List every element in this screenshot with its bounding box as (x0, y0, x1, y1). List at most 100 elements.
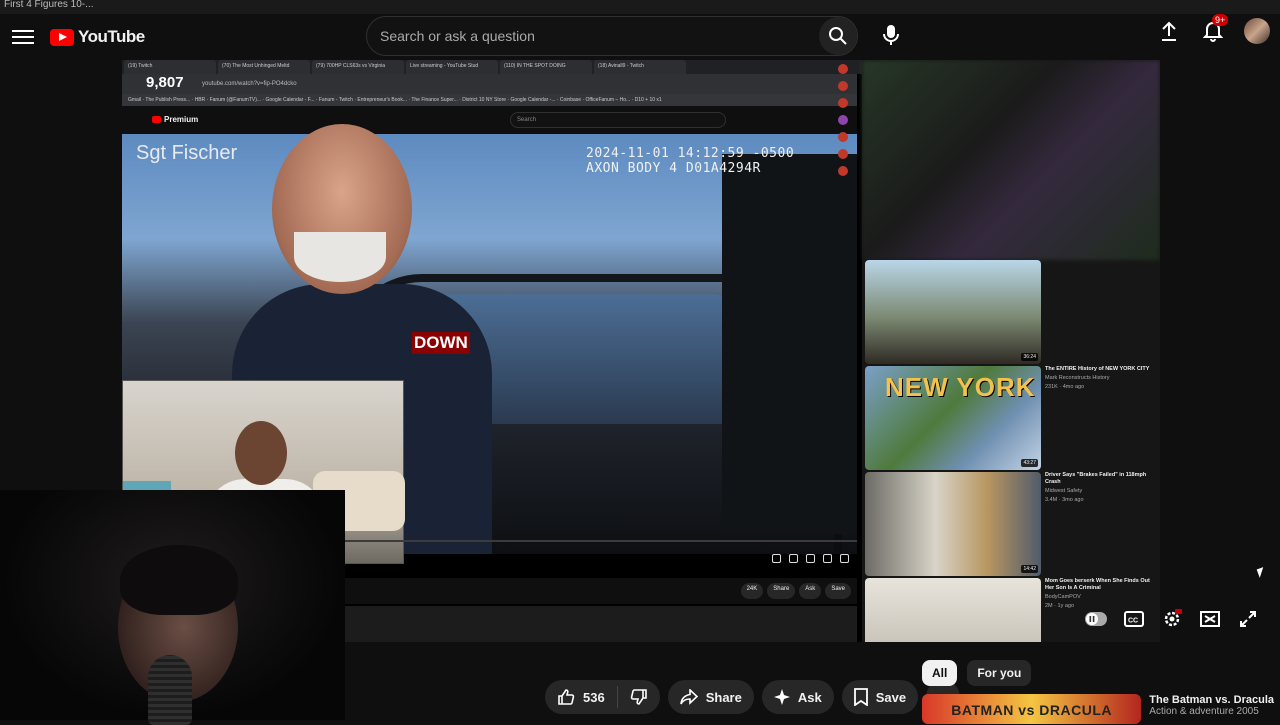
cam-overlay-text: DOWN (412, 332, 470, 354)
chat-avatar (838, 98, 848, 108)
search-icon (829, 27, 847, 45)
inner-bookmarks: Gmail · The Publish Press... · HBR · Fan… (122, 94, 857, 106)
webcam-hair (120, 545, 238, 615)
blurred-region (862, 60, 1160, 260)
dislike-button[interactable] (618, 688, 660, 706)
ask-label: Ask (797, 689, 822, 705)
reco-channel: BodyCamPOV (1045, 594, 1081, 600)
fullscreen-icon (1240, 611, 1256, 627)
reco-title: The ENTIRE History of NEW YORK CITY (1045, 366, 1150, 372)
inner-url: youtube.com/watch?v=fip-PO4dcko (202, 81, 297, 87)
reco-channel: Mark Reconstructs History (1045, 375, 1110, 381)
autoplay-toggle[interactable] (1085, 608, 1107, 630)
list-item: 14:42 Driver Says "Brakes Failed" in 118… (865, 472, 1157, 576)
inner-tab: (110) IN THE SPOT DOING (500, 60, 592, 74)
captions-button[interactable]: CC (1123, 608, 1145, 630)
pip-head (235, 421, 287, 485)
inner-autoplay-icon (772, 554, 781, 563)
chat-avatar (838, 115, 848, 125)
fullscreen-button[interactable] (1237, 608, 1259, 630)
list-item: NEW YORK 43:27 The ENTIRE History of NEW … (865, 366, 1157, 470)
thumbs-up-icon (558, 689, 575, 705)
voice-search-button[interactable] (874, 18, 908, 52)
inner-settings-icon (806, 554, 815, 563)
microphone-icon (883, 25, 899, 45)
reco-thumbnail: 14:42 (865, 472, 1041, 576)
chip-all[interactable]: All (922, 660, 958, 686)
inner-controls (344, 554, 857, 570)
player-controls: CC (1085, 608, 1259, 630)
list-item: 36:24 (865, 260, 1157, 364)
youtube-play-icon (50, 28, 74, 46)
video-actions: 536 Share Ask Save (545, 680, 961, 714)
microphone-icon (148, 655, 192, 725)
cc-icon: CC (1124, 611, 1144, 627)
reco-duration: 43:27 (1021, 459, 1038, 467)
inner-youtube-header: Premium Search (122, 106, 857, 134)
avatar[interactable] (1244, 18, 1270, 44)
list-item[interactable]: BATMAN vs DRACULA The Batman vs. Dracula… (922, 694, 1274, 724)
inner-tab: (19) Twitch (124, 60, 216, 74)
chat-avatar (838, 149, 848, 159)
save-button[interactable]: Save (841, 680, 919, 714)
reco-stats: 3.4M · 3mo ago (1045, 497, 1084, 503)
inner-fullscreen-icon (840, 554, 849, 563)
svg-text:CC: CC (1128, 618, 1138, 625)
logo-text: YouTube (78, 27, 145, 46)
search-box[interactable]: Search or ask a question (366, 16, 858, 56)
miniplayer-icon (1200, 611, 1220, 627)
settings-button[interactable] (1161, 608, 1183, 630)
search-input[interactable]: Search or ask a question (367, 28, 819, 44)
ask-button[interactable]: Ask (761, 680, 834, 714)
youtube-logo[interactable]: YouTube (50, 27, 145, 47)
upload-icon (1162, 21, 1176, 41)
like-dislike-group: 536 (545, 680, 660, 714)
inner-logo-text: Premium (164, 115, 199, 124)
chat-avatar (838, 64, 848, 74)
bookmark-icon (853, 688, 868, 706)
like-button[interactable]: 536 (545, 686, 618, 708)
search-button[interactable] (819, 17, 857, 55)
streamer-webcam (0, 490, 345, 725)
man-beard (294, 232, 386, 282)
reco-thumbnail: 36:24 (865, 260, 1041, 364)
inner-tab: (18) Avinall9 - Twitch (594, 60, 686, 74)
inner-search: Search (510, 112, 726, 128)
cam-officer-name: Sgt Fischer (136, 142, 238, 164)
reco-duration: 36:24 (1021, 353, 1038, 361)
share-label: Share (705, 689, 742, 705)
notifications-button[interactable]: 9+ (1200, 14, 1229, 44)
inner-logo: Premium (152, 115, 198, 124)
share-icon (679, 689, 698, 705)
inner-like: 24K (740, 583, 764, 599)
window-title-strip: First 4 Figures 10-... (0, 0, 1280, 14)
chat-avatar (838, 166, 848, 176)
inner-play-icon (152, 116, 161, 123)
pause-icon (1085, 612, 1107, 626)
filter-chips: All For you (922, 660, 1032, 686)
reco-thumb-text: NEW YORK (885, 372, 1036, 402)
thumbs-down-icon (630, 689, 647, 705)
notification-badge: 9+ (1212, 14, 1229, 26)
upload-button[interactable] (1156, 18, 1182, 44)
inner-theater-icon (823, 554, 832, 563)
mouse-cursor-icon (1256, 567, 1267, 578)
inner-save: Save (825, 583, 851, 599)
share-button[interactable]: Share (667, 680, 754, 714)
reco-thumbnail (865, 578, 1041, 642)
inner-tab: Live streaming - YouTube Stud (406, 60, 498, 74)
miniplayer-button[interactable] (1199, 608, 1221, 630)
reco-title: The Batman vs. Dracula (1149, 694, 1274, 706)
reco-channel: Midwest Safety (1045, 488, 1083, 494)
reco-stats: 231K · 4mo ago (1045, 384, 1085, 390)
menu-icon[interactable] (12, 26, 34, 48)
chip-for-you[interactable]: For you (967, 660, 1032, 686)
inner-progress-bar (344, 540, 857, 542)
cam-device-line: AXON BODY 4 D01A4294R (586, 161, 761, 176)
gear-icon (1164, 609, 1182, 627)
inner-description-area (344, 606, 857, 642)
reco-title: Driver Says "Brakes Failed" in 118mph Cr… (1045, 472, 1147, 485)
chat-avatar (838, 81, 848, 91)
cam-timestamp: 2024-11-01 14:12:59 -0500 AXON BODY 4 D01… (586, 146, 794, 176)
chat-avatar (838, 132, 848, 142)
